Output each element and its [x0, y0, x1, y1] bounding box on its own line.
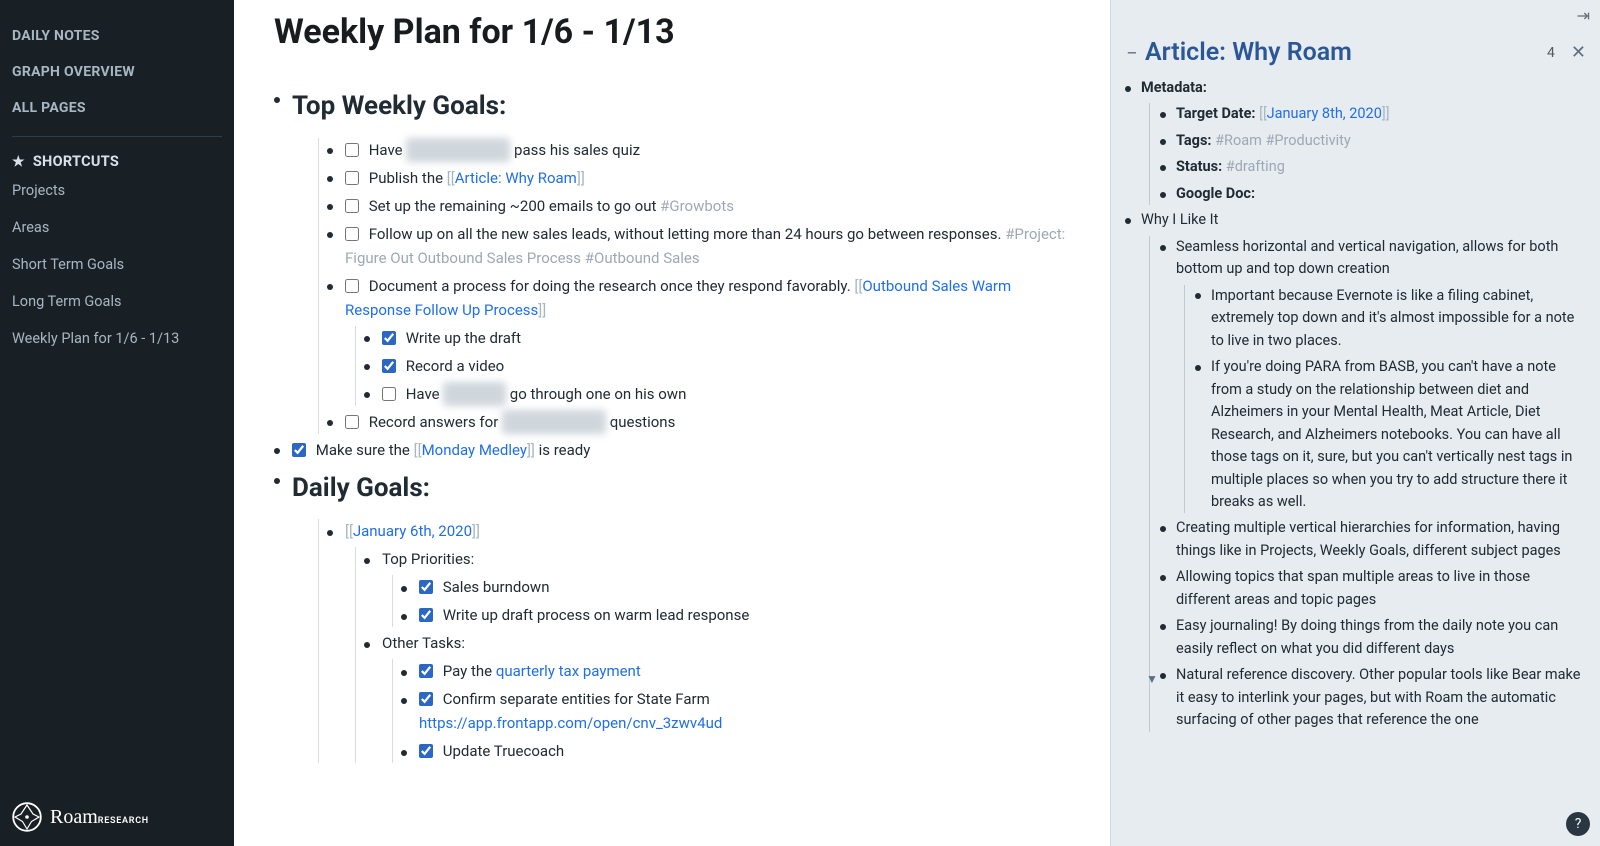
todo-checkbox[interactable]: [419, 692, 433, 706]
todo-checkbox[interactable]: [345, 227, 359, 241]
reason-item[interactable]: Seamless horizontal and vertical navigat…: [1160, 236, 1586, 514]
goal-item[interactable]: Record answers for redacted name questio…: [327, 410, 1070, 434]
reason-subitem[interactable]: Important because Evernote is like a fil…: [1195, 285, 1586, 352]
right-sidebar: ⇥ − Article: Why Roam 4 ✕ Metadata: Targ…: [1110, 0, 1600, 846]
shortcuts-label: SHORTCUTS: [33, 153, 119, 170]
page-link-article[interactable]: Article: Why Roam: [455, 169, 577, 187]
top-priorities[interactable]: Top Priorities: Sales burndown Write up …: [364, 547, 1070, 627]
close-icon[interactable]: ✕: [1571, 42, 1586, 63]
goal-subitem[interactable]: Write up the draft: [364, 326, 1070, 350]
priority-item[interactable]: Write up draft process on warm lead resp…: [401, 603, 1070, 627]
hashtag-outbound-sales[interactable]: #Outbound Sales: [585, 249, 700, 267]
reason-item[interactable]: Allowing topics that span multiple areas…: [1160, 566, 1586, 611]
todo-checkbox[interactable]: [345, 415, 359, 429]
reason-item[interactable]: Creating multiple vertical hierarchies f…: [1160, 517, 1586, 562]
goal-item[interactable]: Publish the [[Article: Why Roam]]: [327, 166, 1070, 190]
help-button[interactable]: ?: [1566, 812, 1590, 836]
top-goals-heading: Top Weekly Goals:: [292, 86, 1070, 128]
section-top-goals[interactable]: Top Weekly Goals: Have redacted name pas…: [274, 86, 1070, 434]
reason-subitem[interactable]: If you're doing PARA from BASB, you can'…: [1195, 356, 1586, 513]
todo-checkbox[interactable]: [419, 580, 433, 594]
brand-name: Roam: [50, 806, 98, 828]
section-daily-goals[interactable]: Daily Goals: [[January 6th, 2020]] Top P…: [274, 468, 1070, 764]
brand-sub: RESEARCH: [98, 816, 149, 826]
reason-item[interactable]: ▼ Natural reference discovery. Other pop…: [1160, 664, 1586, 731]
right-page-title[interactable]: Article: Why Roam: [1145, 38, 1541, 67]
priority-item[interactable]: Sales burndown: [401, 575, 1070, 599]
shortcuts-header: ★ SHORTCUTS: [12, 136, 222, 172]
task-item[interactable]: Pay the quarterly tax payment: [401, 659, 1070, 683]
hashtag-growbots[interactable]: #Growbots: [660, 197, 734, 215]
logo[interactable]: RoamRESEARCH: [12, 802, 149, 832]
todo-checkbox[interactable]: [345, 143, 359, 157]
todo-checkbox[interactable]: [382, 331, 396, 345]
daily-goals-heading: Daily Goals:: [292, 468, 1070, 510]
todo-checkbox[interactable]: [419, 744, 433, 758]
main-content: Weekly Plan for 1/6 - 1/13 Top Weekly Go…: [234, 0, 1110, 846]
goal-item[interactable]: Set up the remaining ~200 emails to go o…: [327, 194, 1070, 218]
todo-checkbox[interactable]: [292, 443, 306, 457]
link-tax-payment[interactable]: quarterly tax payment: [496, 662, 641, 680]
page-link-target-date[interactable]: January 8th, 2020: [1267, 105, 1382, 122]
todo-checkbox[interactable]: [345, 171, 359, 185]
goal-item[interactable]: Follow up on all the new sales leads, wi…: [327, 222, 1070, 270]
page-link-monday-medley[interactable]: Monday Medley: [422, 441, 527, 459]
task-item[interactable]: Update Truecoach: [401, 739, 1070, 763]
metadata-tags[interactable]: Tags: #Roam #Productivity: [1160, 130, 1586, 152]
nav-all-pages[interactable]: ALL PAGES: [12, 90, 222, 126]
todo-checkbox[interactable]: [419, 664, 433, 678]
page-title[interactable]: Weekly Plan for 1/6 - 1/13: [274, 12, 1070, 52]
hashtag-tags[interactable]: #Roam #Productivity: [1215, 132, 1351, 149]
shortcut-long-term-goals[interactable]: Long Term Goals: [12, 283, 222, 320]
metadata-status[interactable]: Status: #drafting: [1160, 156, 1586, 178]
goal-item[interactable]: Document a process for doing the researc…: [327, 274, 1070, 406]
collapse-sidebar-icon[interactable]: ⇥: [1577, 6, 1590, 25]
todo-checkbox[interactable]: [382, 387, 396, 401]
daily-date[interactable]: [[January 6th, 2020]] Top Priorities: Sa…: [327, 519, 1070, 763]
todo-checkbox[interactable]: [419, 608, 433, 622]
todo-checkbox[interactable]: [382, 359, 396, 373]
sidebar: DAILY NOTES GRAPH OVERVIEW ALL PAGES ★ S…: [0, 0, 234, 846]
goal-subitem[interactable]: Have redacted go through one on his own: [364, 382, 1070, 406]
star-icon: ★: [12, 154, 25, 170]
task-item[interactable]: Confirm separate entities for State Farm…: [401, 687, 1070, 735]
metadata-target-date[interactable]: Target Date: [[January 8th, 2020]]: [1160, 103, 1586, 125]
shortcut-areas[interactable]: Areas: [12, 209, 222, 246]
reference-count[interactable]: 4: [1547, 45, 1555, 61]
collapse-toggle-icon[interactable]: −: [1125, 43, 1139, 63]
roam-logo-icon: [12, 802, 42, 832]
metadata-google-doc[interactable]: Google Doc:: [1160, 183, 1586, 205]
goal-item[interactable]: Have redacted name pass his sales quiz: [327, 138, 1070, 162]
shortcut-short-term-goals[interactable]: Short Term Goals: [12, 246, 222, 283]
shortcut-weekly-plan[interactable]: Weekly Plan for 1/6 - 1/13: [12, 320, 222, 357]
todo-checkbox[interactable]: [345, 279, 359, 293]
hashtag-status[interactable]: #drafting: [1226, 158, 1285, 175]
shortcut-projects[interactable]: Projects: [12, 172, 222, 209]
metadata-heading[interactable]: Metadata: Target Date: [[January 8th, 20…: [1125, 77, 1586, 205]
nav-graph-overview[interactable]: GRAPH OVERVIEW: [12, 54, 222, 90]
nav-daily-notes[interactable]: DAILY NOTES: [12, 18, 222, 54]
other-tasks[interactable]: Other Tasks: Pay the quarterly tax payme…: [364, 631, 1070, 763]
goal-ready[interactable]: Make sure the [[Monday Medley]] is ready: [274, 438, 1070, 462]
goal-subitem[interactable]: Record a video: [364, 354, 1070, 378]
page-link-date[interactable]: January 6th, 2020: [353, 522, 472, 540]
external-url[interactable]: https://app.frontapp.com/open/cnv_3zwv4u…: [419, 714, 722, 732]
reason-item[interactable]: Easy journaling! By doing things from th…: [1160, 615, 1586, 660]
caret-down-icon[interactable]: ▼: [1146, 670, 1158, 689]
why-heading[interactable]: Why I Like It Seamless horizontal and ve…: [1125, 209, 1586, 731]
todo-checkbox[interactable]: [345, 199, 359, 213]
